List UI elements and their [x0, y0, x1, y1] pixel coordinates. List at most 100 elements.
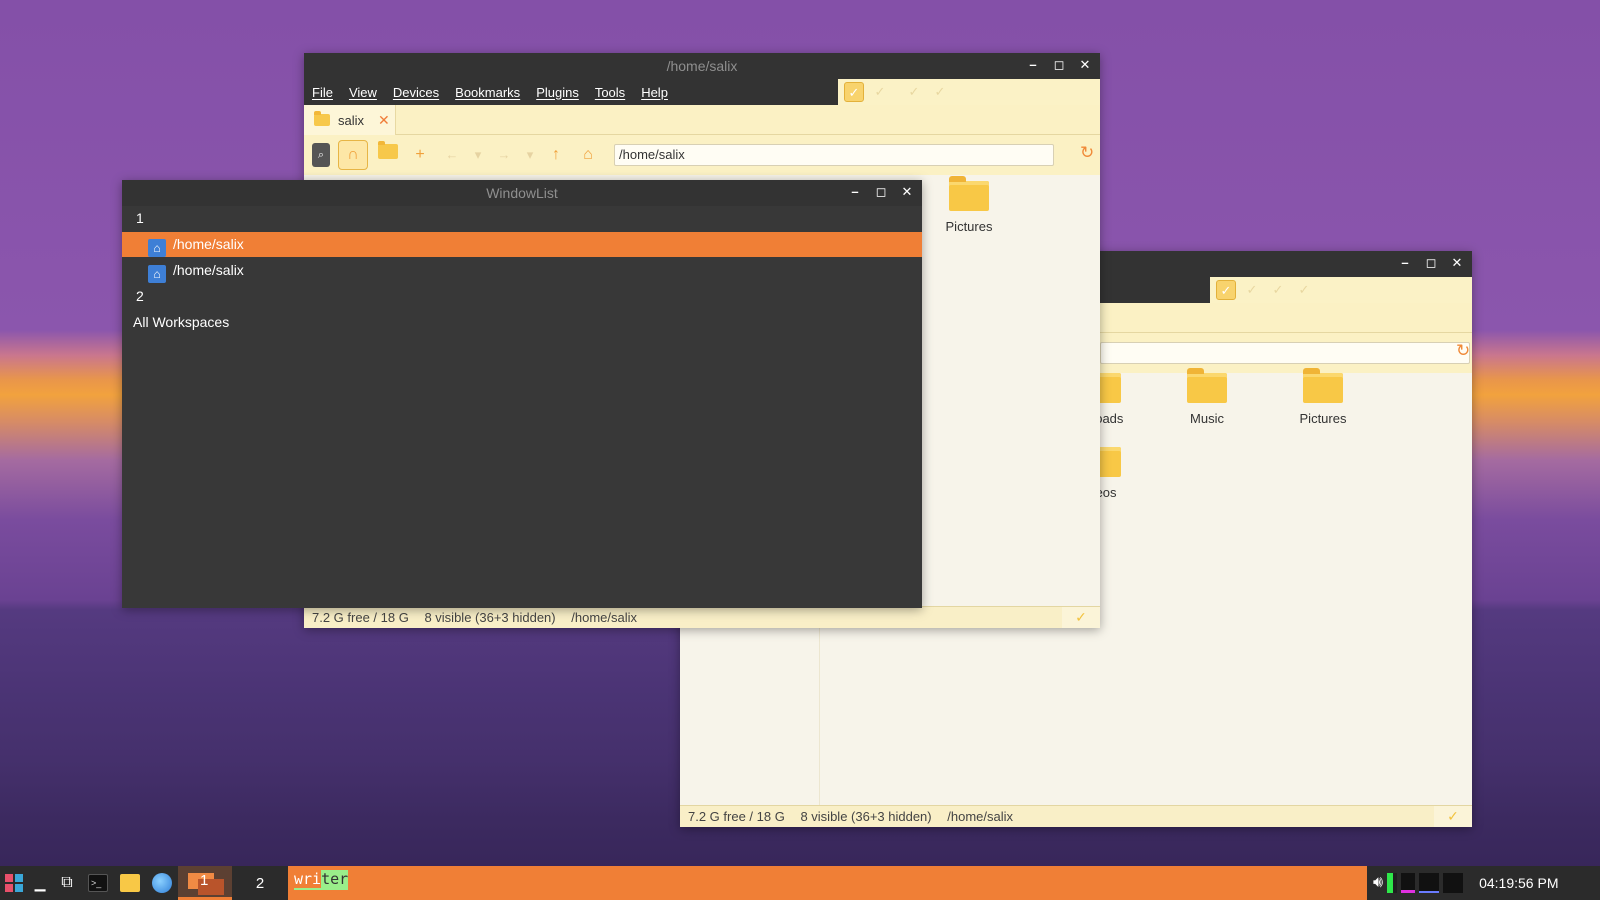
up-icon[interactable]: ↑: [544, 143, 568, 167]
folder-item[interactable]: Pictures: [1273, 368, 1373, 426]
apps-menu-icon[interactable]: [0, 866, 28, 900]
check-icon[interactable]: ✓: [1268, 280, 1288, 300]
check-strip: ✓ ✓ ✓ ✓: [1210, 277, 1472, 303]
task-area[interactable]: writer: [288, 866, 1367, 900]
home-icon[interactable]: ⌂: [576, 143, 600, 167]
task-text-rest: ter: [321, 870, 349, 888]
window-entry-label: /home/salix: [173, 236, 244, 252]
folder-item[interactable]: Pictures: [919, 176, 1019, 234]
list-item[interactable]: ⌂ /home/salix: [122, 258, 922, 283]
forward-dropdown-icon[interactable]: ▾: [524, 143, 536, 167]
title-bar[interactable]: WindowList – ◻ ✕: [122, 180, 922, 206]
workspace-group[interactable]: All Workspaces: [122, 310, 922, 335]
folder-label: Pictures: [945, 219, 993, 234]
volume-icon[interactable]: 🔊︎: [1373, 874, 1383, 892]
folder-icon: [949, 176, 989, 211]
menu-bookmarks[interactable]: Bookmarks: [447, 85, 528, 100]
terminal-icon[interactable]: >_: [82, 866, 114, 900]
menu-view[interactable]: View: [341, 85, 385, 100]
close-icon[interactable]: ✕: [1448, 254, 1466, 272]
terminal-icon[interactable]: ⌕: [312, 143, 330, 167]
close-icon[interactable]: ✕: [1076, 56, 1094, 74]
check-icon[interactable]: ✓: [1294, 280, 1314, 300]
tab-salix[interactable]: salix ✕: [304, 105, 396, 135]
back-icon[interactable]: ←: [440, 143, 464, 167]
folder-icon[interactable]: [376, 141, 400, 167]
check-icon[interactable]: ✓: [1242, 280, 1262, 300]
taskbar: ▁ ⧉ >_ 1 2 writer 🔊︎ 04:19:56 PM: [0, 866, 1600, 900]
minimize-icon[interactable]: –: [846, 183, 864, 201]
memory-meter-icon: [1401, 873, 1416, 893]
undo-icon[interactable]: ∩: [338, 140, 368, 170]
browser-icon[interactable]: [146, 866, 178, 900]
folder-label: Pictures: [1299, 411, 1347, 426]
maximize-icon[interactable]: ◻: [872, 183, 890, 201]
clock[interactable]: 04:19:56 PM: [1479, 875, 1558, 891]
window-list: 1 ⌂ /home/salix ⌂ /home/salix 2 All Worksp…: [122, 206, 922, 608]
status-path-text: /home/salix: [571, 610, 637, 625]
path-input[interactable]: [1100, 342, 1470, 364]
task-writer[interactable]: writer: [294, 870, 349, 890]
status-bar: 7.2 G free / 18 G 8 visible (36+3 hidden…: [680, 805, 1472, 827]
window-switch-icon[interactable]: ⧉: [52, 866, 82, 900]
menu-tools[interactable]: Tools: [587, 85, 633, 100]
list-item[interactable]: ⌂ /home/salix: [122, 232, 922, 257]
workspace-2-label: 2: [255, 874, 265, 892]
tab-bar: salix ✕: [304, 105, 1100, 135]
check-icon[interactable]: ✓: [844, 82, 864, 102]
path-input[interactable]: /home/salix: [614, 144, 1054, 166]
windowlist-window[interactable]: WindowList – ◻ ✕ 1 ⌂ /home/salix ⌂ /home/s…: [122, 180, 922, 608]
check-icon[interactable]: ✓: [904, 82, 924, 102]
network-meter-icon: [1419, 873, 1440, 893]
check-strip: ✓ ✓ ✓ ✓: [838, 79, 1100, 105]
check-icon[interactable]: ✓: [1434, 806, 1472, 827]
minimize-all-icon[interactable]: ▁: [28, 866, 52, 900]
file-manager-icon[interactable]: [114, 866, 146, 900]
window-entry-label: /home/salix: [173, 262, 244, 278]
system-tray: 🔊︎ 04:19:56 PM: [1367, 866, 1600, 900]
folder-icon: [1303, 368, 1343, 403]
refresh-icon[interactable]: ↻: [1080, 143, 1094, 163]
visible-count-text: 8 visible (36+3 hidden): [800, 809, 932, 824]
status-path-text: /home/salix: [947, 809, 1013, 824]
maximize-icon[interactable]: ◻: [1422, 254, 1440, 272]
check-icon[interactable]: ✓: [1062, 607, 1100, 628]
folder-item[interactable]: Music: [1157, 368, 1257, 426]
window-title: /home/salix: [666, 58, 738, 74]
menu-plugins[interactable]: Plugins: [528, 85, 587, 100]
forward-icon[interactable]: →: [492, 143, 516, 167]
workspace-1-button[interactable]: 1: [178, 866, 232, 900]
workspace-group[interactable]: 2: [122, 284, 922, 309]
check-icon[interactable]: ✓: [930, 82, 950, 102]
cpu-meter-icon: [1387, 873, 1398, 893]
home-icon: ⌂: [148, 239, 166, 257]
free-space-text: 7.2 G free / 18 G: [688, 809, 785, 824]
visible-count-text: 8 visible (36+3 hidden): [424, 610, 556, 625]
menu-devices[interactable]: Devices: [385, 85, 447, 100]
task-text-highlight: wri: [294, 870, 322, 888]
add-icon[interactable]: +: [408, 143, 432, 167]
menu-help[interactable]: Help: [633, 85, 676, 100]
title-bar[interactable]: /home/salix – ◻ ✕: [304, 53, 1100, 79]
folder-icon: [1187, 368, 1227, 403]
home-icon: ⌂: [148, 265, 166, 283]
free-space-text: 7.2 G free / 18 G: [312, 610, 409, 625]
folder-label: Music: [1190, 411, 1224, 426]
check-icon[interactable]: ✓: [870, 82, 890, 102]
refresh-icon[interactable]: ↻: [1456, 341, 1470, 361]
tab-label: salix: [338, 112, 365, 128]
window-title: WindowList: [486, 185, 558, 201]
disk-meter-icon: [1443, 873, 1464, 893]
workspace-2-button[interactable]: 2: [232, 866, 288, 900]
minimize-icon[interactable]: –: [1024, 56, 1042, 74]
workspace-1-label: 1: [200, 872, 209, 889]
back-dropdown-icon[interactable]: ▾: [472, 143, 484, 167]
minimize-icon[interactable]: –: [1396, 254, 1414, 272]
check-icon[interactable]: ✓: [1216, 280, 1236, 300]
menu-file[interactable]: File: [304, 85, 341, 100]
folder-icon: [314, 111, 330, 126]
close-icon[interactable]: ✕: [898, 183, 916, 201]
maximize-icon[interactable]: ◻: [1050, 56, 1068, 74]
close-icon[interactable]: ✕: [378, 112, 390, 129]
workspace-group[interactable]: 1: [122, 206, 922, 231]
